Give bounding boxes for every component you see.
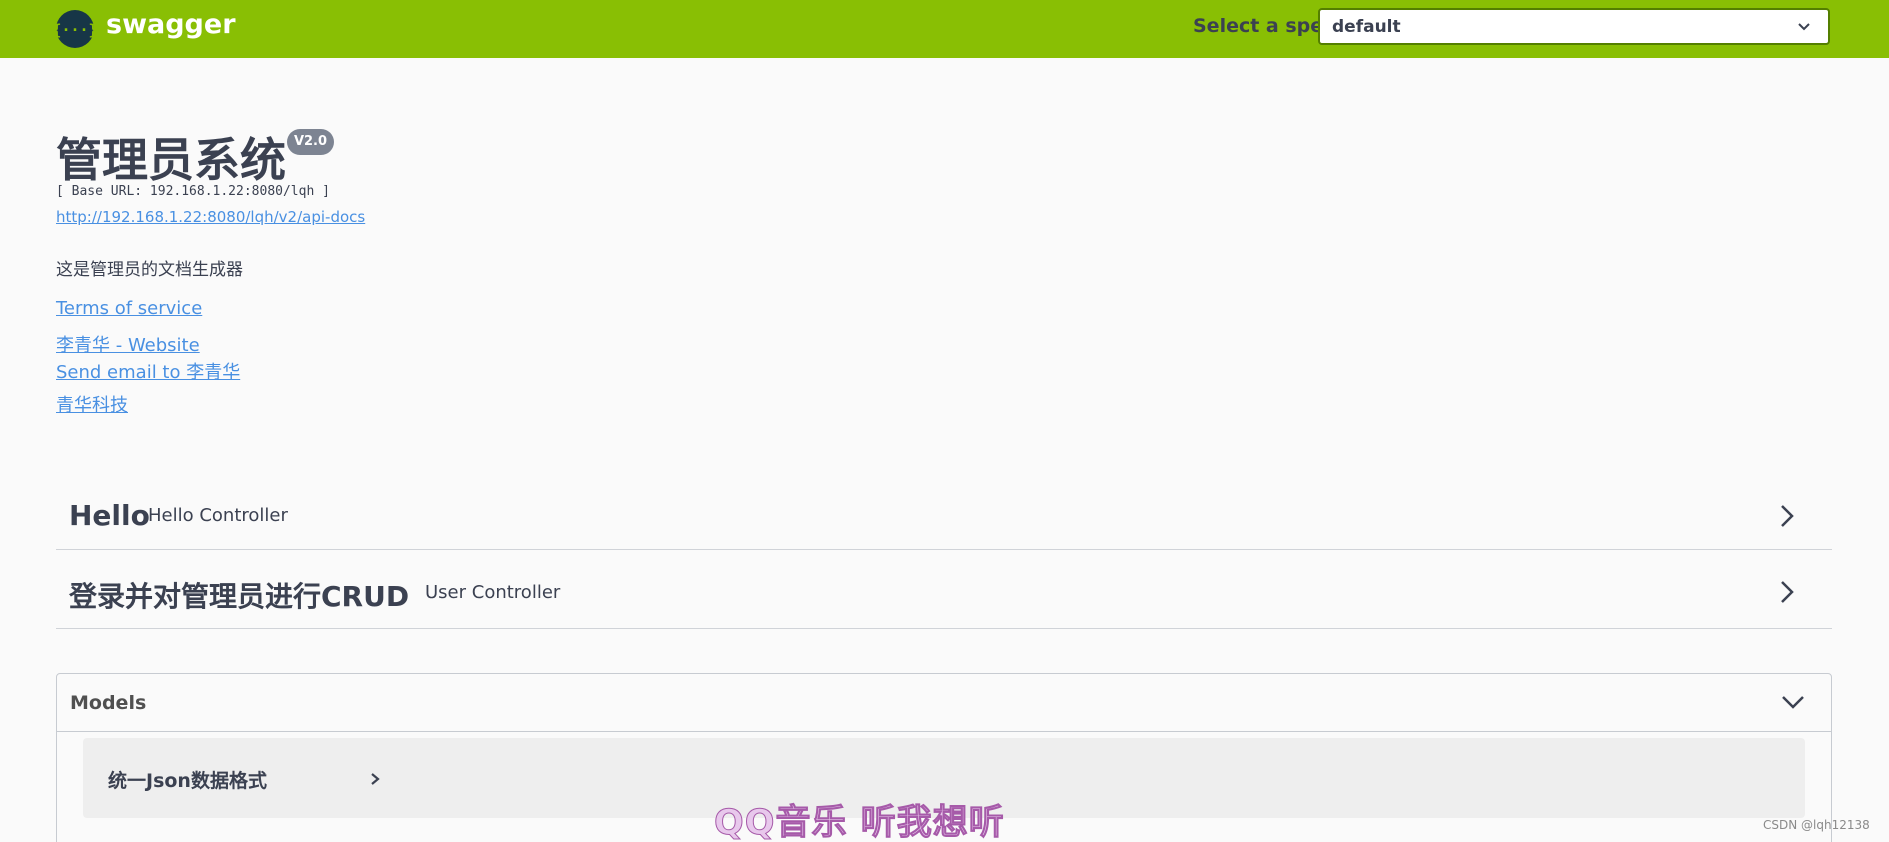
watermark: QQ音乐 听我想听 xyxy=(714,803,1005,842)
chevron-right-icon xyxy=(1781,581,1794,603)
topbar: {···} swagger Select a spec default xyxy=(0,0,1889,58)
svg-text:{···}: {···} xyxy=(56,21,94,39)
api-docs-link[interactable]: http://192.168.1.22:8080/lqh/v2/api-docs xyxy=(56,208,365,226)
tag-section-hello[interactable]: Hello Hello Controller xyxy=(56,487,1832,550)
terms-of-service-link[interactable]: Terms of service xyxy=(56,298,202,319)
api-description: 这是管理员的文档生成器 xyxy=(56,260,243,280)
tag-name: Hello xyxy=(69,499,150,532)
chevron-right-icon xyxy=(371,773,380,785)
swagger-logo-icon[interactable]: {···} xyxy=(52,10,98,48)
model-name: 统一Json数据格式 xyxy=(108,770,267,792)
version-badge: V2.0 xyxy=(287,129,334,155)
logo-text[interactable]: swagger xyxy=(106,9,236,40)
spec-label: Select a spec xyxy=(1193,15,1335,37)
models-title[interactable]: Models xyxy=(70,692,146,714)
website-link[interactable]: 李青华 - Website xyxy=(56,331,200,357)
tag-name: 登录并对管理员进行CRUD xyxy=(69,580,410,613)
chevron-right-icon xyxy=(1781,505,1794,527)
page-title: 管理员系统 xyxy=(56,133,286,187)
divider xyxy=(57,731,1831,732)
tag-description: User Controller xyxy=(425,582,561,603)
chevron-down-icon[interactable] xyxy=(1781,694,1805,710)
spec-select[interactable]: default xyxy=(1318,8,1830,45)
base-url: [ Base URL: 192.168.1.22:8080/lqh ] xyxy=(56,184,330,199)
spec-select-value: default xyxy=(1332,17,1401,37)
license-link[interactable]: 青华科技 xyxy=(56,391,128,417)
email-link[interactable]: Send email to 李青华 xyxy=(56,358,240,384)
tag-description: Hello Controller xyxy=(148,505,288,526)
chevron-down-icon xyxy=(1798,23,1810,31)
tag-section-user[interactable]: 登录并对管理员进行CRUD User Controller xyxy=(56,550,1832,629)
credit-text: CSDN @lqh12138 xyxy=(1763,818,1870,832)
